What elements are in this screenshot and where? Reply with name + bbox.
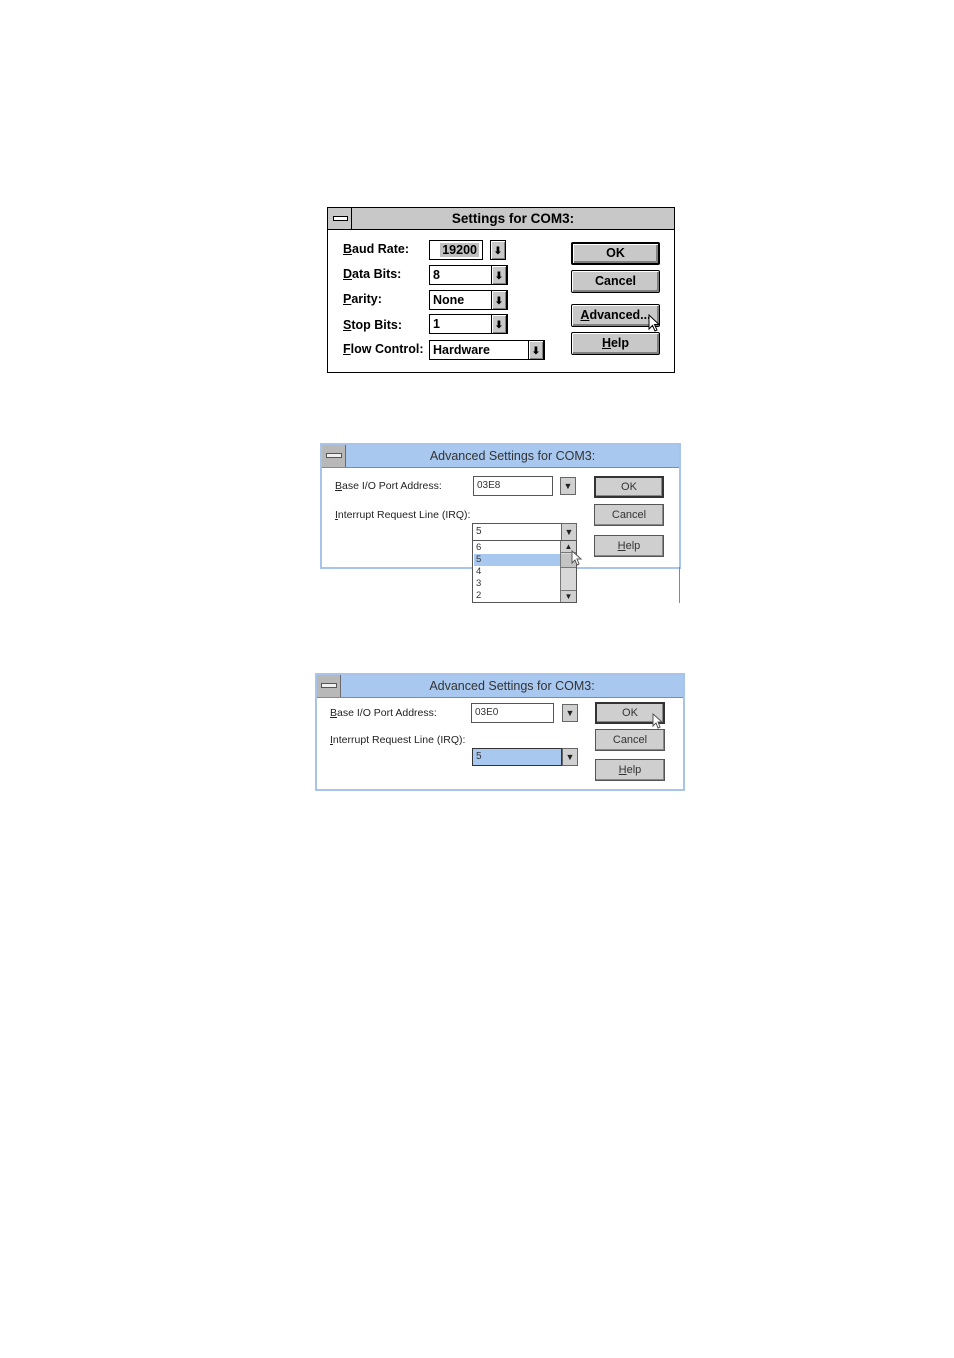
irq-dropdown-button[interactable]: ▼ xyxy=(561,523,577,541)
base-io-select[interactable]: 03E0 xyxy=(471,703,554,723)
title-bar: Advanced Settings for COM3: xyxy=(317,675,683,698)
base-io-label: Base I/O Port Address: xyxy=(335,480,442,492)
dialog-title: Advanced Settings for COM3: xyxy=(429,679,595,693)
baud-rate-dropdown-button[interactable]: ⬇ xyxy=(490,240,506,260)
mouse-pointer-icon xyxy=(648,314,661,332)
baud-rate-label: Baud Rate: xyxy=(343,242,409,256)
arrow-down-icon: ▼ xyxy=(565,752,575,762)
irq-dropdown-button[interactable]: ▼ xyxy=(562,748,578,766)
settings-dialog: Settings for COM3: Baud Rate: Data Bits:… xyxy=(327,207,675,373)
mouse-pointer-icon xyxy=(652,713,664,729)
irq-dropdown-list[interactable]: 6 5 4 3 2 ▲ ▼ xyxy=(472,540,577,603)
irq-value: 5 xyxy=(476,526,482,537)
ok-button[interactable]: OK xyxy=(571,242,660,265)
base-io-dropdown-button[interactable]: ▼ xyxy=(560,477,576,495)
arrow-down-icon: ⬇ xyxy=(531,346,541,357)
base-io-dropdown-button[interactable]: ▼ xyxy=(562,704,578,722)
arrow-down-icon: ▼ xyxy=(564,592,573,601)
system-menu-icon xyxy=(333,216,348,221)
parity-dropdown-button[interactable]: ⬇ xyxy=(491,290,507,310)
arrow-down-icon: ⬇ xyxy=(494,296,504,307)
system-menu-icon xyxy=(326,453,342,458)
system-menu-button[interactable] xyxy=(322,445,346,467)
ok-button[interactable]: OK xyxy=(594,476,664,498)
arrow-down-icon: ▼ xyxy=(563,481,573,491)
flow-control-value: Hardware xyxy=(433,343,490,357)
system-menu-button[interactable] xyxy=(317,675,341,697)
arrow-down-icon: ⬇ xyxy=(494,271,504,282)
irq-option[interactable]: 4 xyxy=(474,566,560,578)
irq-option-selected[interactable]: 5 xyxy=(474,554,560,566)
help-button[interactable]: Help xyxy=(595,759,665,781)
title-bar: Advanced Settings for COM3: xyxy=(322,445,679,468)
irq-select[interactable]: 5 xyxy=(472,523,562,541)
arrow-down-icon: ⬇ xyxy=(494,320,504,331)
help-button[interactable]: Help xyxy=(571,332,660,355)
scroll-down-button[interactable]: ▼ xyxy=(561,590,576,602)
window-edge xyxy=(679,567,680,603)
flow-control-label: Flow Control: xyxy=(343,342,424,356)
stop-bits-value: 1 xyxy=(433,317,440,331)
cancel-button[interactable]: Cancel xyxy=(571,270,660,293)
cancel-button[interactable]: Cancel xyxy=(595,729,665,751)
base-io-value: 03E0 xyxy=(475,707,499,718)
irq-select[interactable]: 5 xyxy=(472,748,562,766)
system-menu-icon xyxy=(321,683,337,688)
data-bits-label: Data Bits: xyxy=(343,267,402,281)
data-bits-value: 8 xyxy=(433,268,440,282)
stop-bits-dropdown-button[interactable]: ⬇ xyxy=(491,314,507,334)
arrow-down-icon: ▼ xyxy=(565,708,575,718)
base-io-value: 03E8 xyxy=(477,480,501,491)
stop-bits-label: Stop Bits: xyxy=(343,318,403,332)
baud-rate-value: 19200 xyxy=(440,243,479,257)
arrow-down-icon: ▼ xyxy=(564,527,574,537)
advanced-button[interactable]: Advanced... xyxy=(571,304,660,327)
dialog-title: Settings for COM3: xyxy=(451,211,575,226)
parity-value: None xyxy=(433,293,465,307)
irq-option[interactable]: 3 xyxy=(474,578,560,590)
dialog-title: Advanced Settings for COM3: xyxy=(429,449,596,463)
flow-control-dropdown-button[interactable]: ⬇ xyxy=(528,340,544,360)
arrow-down-icon: ⬇ xyxy=(493,246,503,257)
title-bar: Settings for COM3: xyxy=(328,208,674,230)
system-menu-button[interactable] xyxy=(328,208,352,229)
irq-value: 5 xyxy=(476,751,482,762)
baud-rate-input[interactable]: 19200 xyxy=(429,240,483,260)
irq-label: Interrupt Request Line (IRQ): xyxy=(330,734,466,746)
irq-label: Interrupt Request Line (IRQ): xyxy=(335,509,471,521)
base-io-label: Base I/O Port Address: xyxy=(330,707,437,719)
cancel-button[interactable]: Cancel xyxy=(594,504,664,526)
mouse-pointer-icon xyxy=(571,550,583,566)
advanced-settings-dialog: Advanced Settings for COM3: Base I/O Por… xyxy=(315,673,685,791)
data-bits-dropdown-button[interactable]: ⬇ xyxy=(491,265,507,285)
irq-option[interactable]: 6 xyxy=(474,542,560,554)
irq-option[interactable]: 2 xyxy=(474,590,560,602)
base-io-select[interactable]: 03E8 xyxy=(473,476,553,496)
help-button[interactable]: Help xyxy=(594,535,664,557)
parity-label: Parity: xyxy=(343,292,382,306)
